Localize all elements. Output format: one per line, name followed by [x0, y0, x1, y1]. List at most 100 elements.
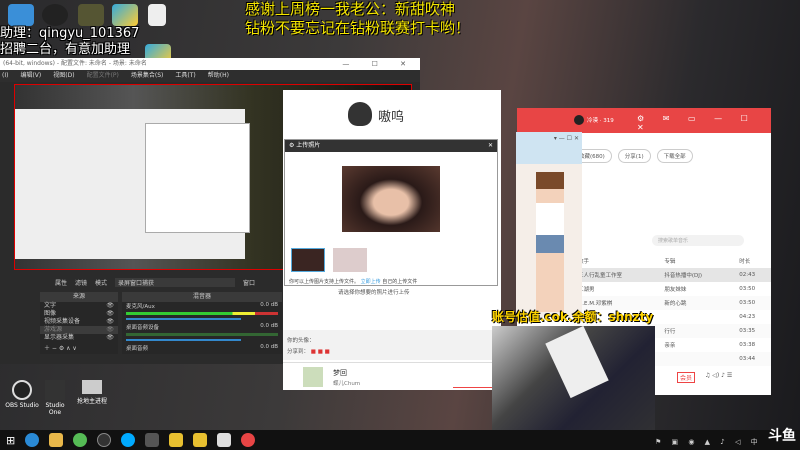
- song-artist: 蝶儿Chum: [333, 381, 361, 387]
- now-playing-bar: 梦回 蝶儿Chum: [283, 362, 501, 390]
- dressup-widget: ▾ — ☐ ✕: [516, 132, 582, 317]
- window-controls[interactable]: — ☐ ✕: [342, 58, 416, 70]
- volume-slider[interactable]: [126, 339, 241, 341]
- upload-link[interactable]: 立即上传: [361, 279, 381, 285]
- icon-label: OBS Studio: [5, 402, 39, 409]
- source-item[interactable]: 视频采集设备 👁: [40, 318, 118, 326]
- douyu-watermark: 斗鱼: [768, 428, 796, 444]
- player-controls[interactable]: 会员 ♫ ◁) ♪ ☰: [677, 372, 732, 383]
- menu-tools[interactable]: 工具(T): [175, 70, 195, 82]
- system-tray[interactable]: ⚑ ▣ ◉ ▲ ♪ ◁ 中: [655, 437, 762, 447]
- music-title-bar: 冷漠 · 319 ⚙ ✉ ▭ — ☐ ✕: [517, 108, 771, 133]
- desktop-studio-one-shortcut[interactable]: Studio One: [40, 380, 70, 416]
- app-name: 嗷呜: [378, 110, 405, 125]
- account-overlay: 账号估值.cok.余额：shnzty: [492, 310, 654, 324]
- avatar-label: 你的头像：: [287, 338, 315, 344]
- volume-slider[interactable]: [126, 318, 241, 320]
- netease-music-icon[interactable]: [241, 433, 256, 447]
- app-icon-helmet[interactable]: [145, 433, 160, 447]
- mixer-channel-name: 桌面音频设备: [126, 325, 160, 331]
- mixer-db: 0.0 dB: [260, 302, 278, 308]
- upload-hint-2: 自己的上传文件: [382, 279, 418, 285]
- desktop-obs-shortcut[interactable]: OBS Studio: [2, 380, 42, 409]
- share-icons[interactable]: ■ ■ ■: [311, 349, 330, 355]
- start-button[interactable]: ⊞: [6, 434, 15, 447]
- menu-edit[interactable]: 编辑(V): [20, 70, 41, 82]
- upload-photo-dialog: ⚙ 上传照片 ✕ 你可以上传图片支持上传文件。 立即上传 自己的上传文件: [284, 139, 498, 286]
- icon-label: 抢地主进程: [76, 398, 107, 405]
- mixer-channel-name: 麦克风/Aux: [126, 304, 155, 310]
- widget-controls[interactable]: ▾ — ☐ ✕: [516, 132, 582, 164]
- download-all-button[interactable]: 下载全部: [656, 149, 693, 163]
- obs-taskbar-icon[interactable]: [97, 433, 112, 447]
- menu-profile[interactable]: 配置文件(P): [87, 70, 119, 82]
- source-item[interactable]: 游戏源 👁: [40, 326, 118, 334]
- dialog-title: 上传照片: [296, 142, 321, 149]
- mixer-channel-name: 桌面音频: [126, 346, 149, 352]
- album-art: [303, 367, 323, 387]
- sources-panel: 来源 文字 👁 图像 👁 视频采集设备 👁 游戏源 👁 显示器采集 👁 ＋ − ⚙ ∧ ∨: [40, 292, 118, 354]
- thanks-overlay-1: 感谢上周榜一我老公：新甜吹神: [245, 0, 456, 18]
- vip-badge[interactable]: 会员: [677, 372, 696, 383]
- desktop-icon-document[interactable]: [148, 4, 166, 26]
- obs-title: (64-bit, windows) - 配置文件: 未命名 - 场景: 未命名: [3, 60, 147, 67]
- photo-thumbnail-selected[interactable]: [291, 248, 325, 272]
- song-title: 梦回: [333, 369, 347, 377]
- app-icon-yellow[interactable]: [169, 433, 184, 447]
- desktop-bat-shortcut[interactable]: 抢地主进程: [72, 380, 112, 405]
- footer-bar: 你的头像： 分享到： ■ ■ ■: [283, 330, 501, 360]
- share-button[interactable]: 分享(1): [617, 149, 651, 163]
- recruit-overlay: 招聘二台，有意加助理: [0, 42, 131, 57]
- studio-one-icon: [45, 380, 65, 400]
- user-name[interactable]: 冷漠 · 319: [587, 116, 614, 124]
- obs-menu-bar: (I) 编辑(V) 视图(D) 配置文件(P) 场景集合(S) 工具(T) 帮助…: [0, 70, 420, 82]
- table-row[interactable]: 三人行乱童工作室 抖音热播中(DJ) 02:43: [574, 268, 771, 282]
- window-controls[interactable]: ⚙ ✉ ▭ — ☐ ✕: [637, 114, 771, 132]
- sources-header: 来源: [40, 292, 118, 302]
- mixer-db: 0.0 dB: [260, 344, 278, 350]
- thanks-overlay-2: 钻粉不要忘记在钻粉联赛打卡哟！: [245, 19, 471, 37]
- upload-hint-row: 你可以上传图片支持上传文件。 立即上传 自己的上传文件: [289, 278, 417, 285]
- obs-title-bar: (64-bit, windows) - 配置文件: 未命名 - 场景: 未命名 —…: [0, 58, 420, 70]
- batch-file-icon: [82, 380, 102, 394]
- app-icon-yellow-2[interactable]: [193, 433, 208, 447]
- edge-icon[interactable]: [25, 433, 40, 447]
- progress-bar[interactable]: [453, 387, 493, 388]
- source-item[interactable]: 图像 👁: [40, 310, 118, 318]
- cat-logo-icon: [348, 102, 372, 126]
- share-label: 分享到：: [287, 349, 310, 355]
- volume-meter: [126, 333, 278, 336]
- close-icon[interactable]: ✕: [488, 140, 493, 152]
- explorer-icon[interactable]: [49, 433, 64, 447]
- photo-preview: [342, 166, 440, 232]
- mode-select[interactable]: 录屏窗口捕获: [115, 277, 236, 287]
- preview-nested-dialog: [145, 123, 250, 233]
- mixer-db: 0.0 dB: [260, 323, 278, 329]
- source-item[interactable]: 文字 👁: [40, 302, 118, 310]
- photo-thumbnail[interactable]: [333, 248, 367, 272]
- volume-meter: [126, 312, 278, 315]
- menu-item[interactable]: (I): [2, 70, 8, 82]
- menu-help[interactable]: 帮助(H): [208, 70, 229, 82]
- filters-button[interactable]: 滤镜: [75, 278, 87, 287]
- window-label: 窗口: [243, 279, 256, 287]
- icon-label: Studio One: [45, 402, 65, 416]
- table-row[interactable]: 江湖男 朋友妹妹 03:50: [574, 282, 771, 296]
- app-icon-green[interactable]: [73, 433, 88, 447]
- menu-view[interactable]: 视图(D): [53, 70, 74, 82]
- upload-hint: 你可以上传图片支持上传文件。: [289, 279, 360, 285]
- mixer-header: 混音器: [122, 292, 282, 302]
- dialog-title-bar: ⚙ 上传照片 ✕: [285, 140, 497, 152]
- sub-hint: 请选择你想要的照片进行上传: [338, 290, 410, 296]
- source-controls[interactable]: ＋ − ⚙ ∧ ∨: [40, 345, 118, 353]
- mode-label: 模式: [95, 279, 108, 287]
- playlist-search-input[interactable]: 搜索歌单音乐: [652, 235, 744, 246]
- app-icon-blue[interactable]: [121, 433, 136, 447]
- source-item[interactable]: 显示器采集 👁: [40, 334, 118, 342]
- webcam-screen: [545, 325, 609, 399]
- menu-scene-collection[interactable]: 场景集合(S): [131, 70, 164, 82]
- studio-one-taskbar-icon[interactable]: [217, 433, 232, 447]
- table-header: 歌手 专辑 时长: [578, 259, 751, 265]
- user-avatar[interactable]: [574, 115, 584, 125]
- properties-button[interactable]: 属性: [55, 278, 67, 287]
